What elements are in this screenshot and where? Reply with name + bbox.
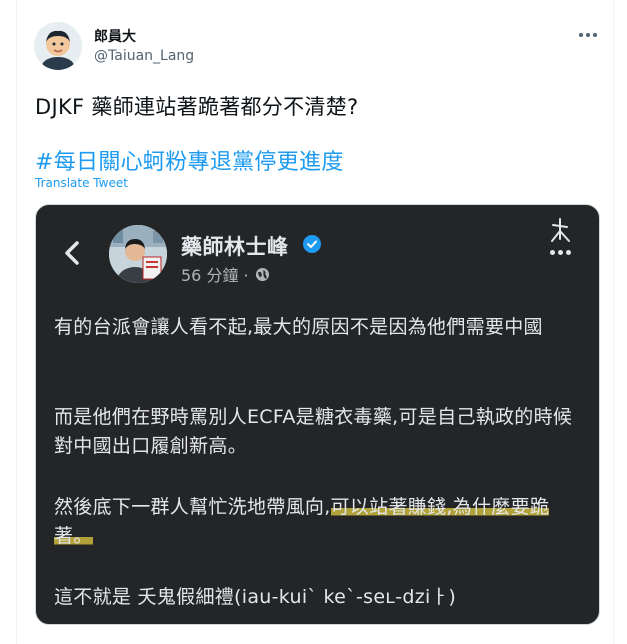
author-avatar[interactable] bbox=[34, 22, 82, 70]
post-timestamp: 56 分鐘 · bbox=[181, 262, 270, 286]
tweet-card: 郎員大 @Taiuan_Lang DJKF 藥師連站著跪著都分不清楚? #每日關… bbox=[16, 0, 614, 644]
author-handle[interactable]: @Taiuan_Lang bbox=[94, 48, 194, 64]
post-time: 56 分鐘 · bbox=[181, 266, 249, 285]
avatar-illustration-icon bbox=[34, 22, 82, 70]
globe-icon bbox=[255, 267, 269, 281]
person-photo-icon bbox=[109, 225, 167, 283]
post-paragraph-3: 然後底下一群人幫忙洗地帶風向,可以站著賺錢,為什麼要跪著。 bbox=[54, 493, 584, 551]
tweet-text: DJKF 藥師連站著跪著都分不清楚? bbox=[35, 95, 359, 119]
hashtag-link[interactable]: #每日關心蚵粉專退黨停更進度 bbox=[35, 144, 344, 176]
translate-tweet-link[interactable]: Translate Tweet bbox=[35, 176, 128, 190]
post-paragraph-2: 而是他們在野時罵別人ECFA是糖衣毒藥,可是自己執政的時候對中國出口履創新高。 bbox=[54, 406, 573, 457]
author-name[interactable]: 郎員大 bbox=[94, 26, 136, 46]
handwritten-mark-icon bbox=[551, 218, 570, 242]
post-paragraph-4: 這不就是 夭鬼假細禮(iau-kui` ke`-seʟ-dziㅏ) bbox=[54, 586, 457, 608]
more-options-icon[interactable] bbox=[577, 28, 599, 42]
post-paragraph-1: 有的台派會讓人看不起,最大的原因不是因為他們需要中國 bbox=[54, 316, 543, 338]
post-more-icon bbox=[550, 250, 571, 255]
post-author-name: 藥師林士峰 bbox=[181, 235, 289, 259]
post-paragraph-3-text: 然後底下一群人幫忙洗地帶風向, bbox=[54, 496, 331, 518]
post-author-avatar bbox=[109, 225, 167, 283]
back-chevron-icon bbox=[65, 241, 79, 265]
tweet-image[interactable]: 藥師林士峰 56 分鐘 · 有的台派會讓人看不起,最大的原因不是因為他們需要中國… bbox=[35, 204, 600, 625]
verified-badge-icon bbox=[303, 235, 321, 253]
